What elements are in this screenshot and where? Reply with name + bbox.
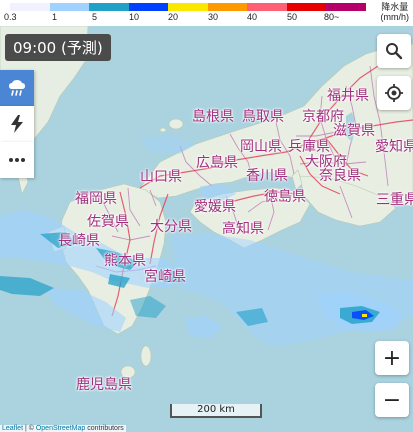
legend-unit-title: 降水量 [381, 2, 409, 12]
osm-link[interactable]: OpenStreetMap [36, 425, 85, 432]
legend-label: 0.3 [4, 12, 17, 22]
prefecture-label-aichi: 愛知県 [375, 139, 413, 155]
legend-labels: 0.3 1 5 10 20 30 40 50 80~ [0, 12, 413, 24]
rain-cloud-icon [9, 80, 25, 96]
legend-color-swatch [10, 3, 50, 11]
zoom-in-button[interactable]: + [375, 341, 409, 375]
prefecture-label-okayama: 岡山県 [240, 139, 282, 155]
prefecture-label-kagawa: 香川県 [246, 168, 288, 184]
legend-label: 1 [52, 12, 58, 22]
prefecture-label-tottori: 鳥取県 [242, 109, 284, 125]
legend-color-swatch [326, 3, 366, 11]
legend-unit-label: (mm/h) [380, 12, 410, 22]
leaflet-link[interactable]: Leaflet [2, 425, 23, 432]
locate-button[interactable] [377, 76, 411, 110]
forecast-time-label: 09:00 (予測) [5, 34, 111, 61]
legend-color-swatch [49, 3, 89, 11]
prefecture-label-fukui: 福井県 [327, 88, 369, 104]
more-dots-icon [9, 158, 25, 162]
prefecture-label-nagasaki: 長崎県 [58, 233, 100, 249]
map-canvas[interactable]: 福井県 島根県 鳥取県 京都府 滋賀県 岡山県 兵庫県 愛知県 広島県 大阪府 … [0, 26, 413, 432]
legend-unit: 降水量 (mm/h) [381, 2, 410, 22]
map-attribution: Leaflet | © OpenStreetMap contributors [0, 425, 126, 432]
prefecture-label-nara: 奈良県 [319, 168, 361, 184]
lightning-layer-button[interactable] [0, 106, 34, 142]
legend-color-swatch [89, 3, 129, 11]
legend-color-bar [10, 3, 366, 11]
search-button[interactable] [377, 34, 411, 68]
search-icon [386, 43, 403, 60]
prefecture-label-mie: 三重県 [376, 192, 413, 208]
legend-color-swatch [168, 3, 208, 11]
attribution-separator: | © [23, 425, 36, 432]
legend-label: 5 [92, 12, 98, 22]
more-options-button[interactable] [0, 142, 34, 178]
prefecture-label-shimane: 島根県 [192, 109, 234, 125]
legend-label: 40 [247, 12, 258, 22]
rain-layer-button[interactable] [0, 70, 34, 106]
prefecture-label-ehime: 愛媛県 [194, 199, 236, 215]
legend-label: 80~ [324, 12, 340, 22]
prefecture-label-oita: 大分県 [150, 219, 192, 235]
legend-label: 30 [208, 12, 219, 22]
lightning-icon [11, 115, 23, 133]
locate-icon [385, 84, 403, 102]
precipitation-legend: 0.3 1 5 10 20 30 40 50 80~ 降水量 (mm/h) [0, 0, 413, 26]
prefecture-label-shiga: 滋賀県 [333, 123, 375, 139]
prefecture-label-saga: 佐賀県 [87, 214, 129, 230]
attribution-contributors: contributors [85, 425, 124, 432]
legend-label: 50 [287, 12, 298, 22]
prefecture-label-kumamoto: 熊本県 [104, 253, 146, 269]
prefecture-label-tokushima: 徳島県 [264, 189, 306, 205]
prefecture-label-miyazaki: 宮崎県 [144, 269, 186, 285]
prefecture-label-fukuoka: 福岡県 [75, 191, 117, 207]
zoom-out-button[interactable]: − [375, 383, 409, 417]
prefecture-label-kagoshima: 鹿児島県 [76, 377, 132, 393]
legend-label: 10 [129, 12, 140, 22]
legend-color-swatch [247, 3, 287, 11]
legend-color-swatch [286, 3, 326, 11]
scale-bar: 200 km [170, 404, 262, 418]
legend-color-swatch [128, 3, 168, 11]
prefecture-label-kochi: 高知県 [222, 221, 264, 237]
prefecture-label-yamaguchi: 山口県 [140, 169, 182, 185]
legend-color-swatch [207, 3, 247, 11]
legend-label: 20 [168, 12, 179, 22]
prefecture-label-hiroshima: 広島県 [196, 155, 238, 171]
